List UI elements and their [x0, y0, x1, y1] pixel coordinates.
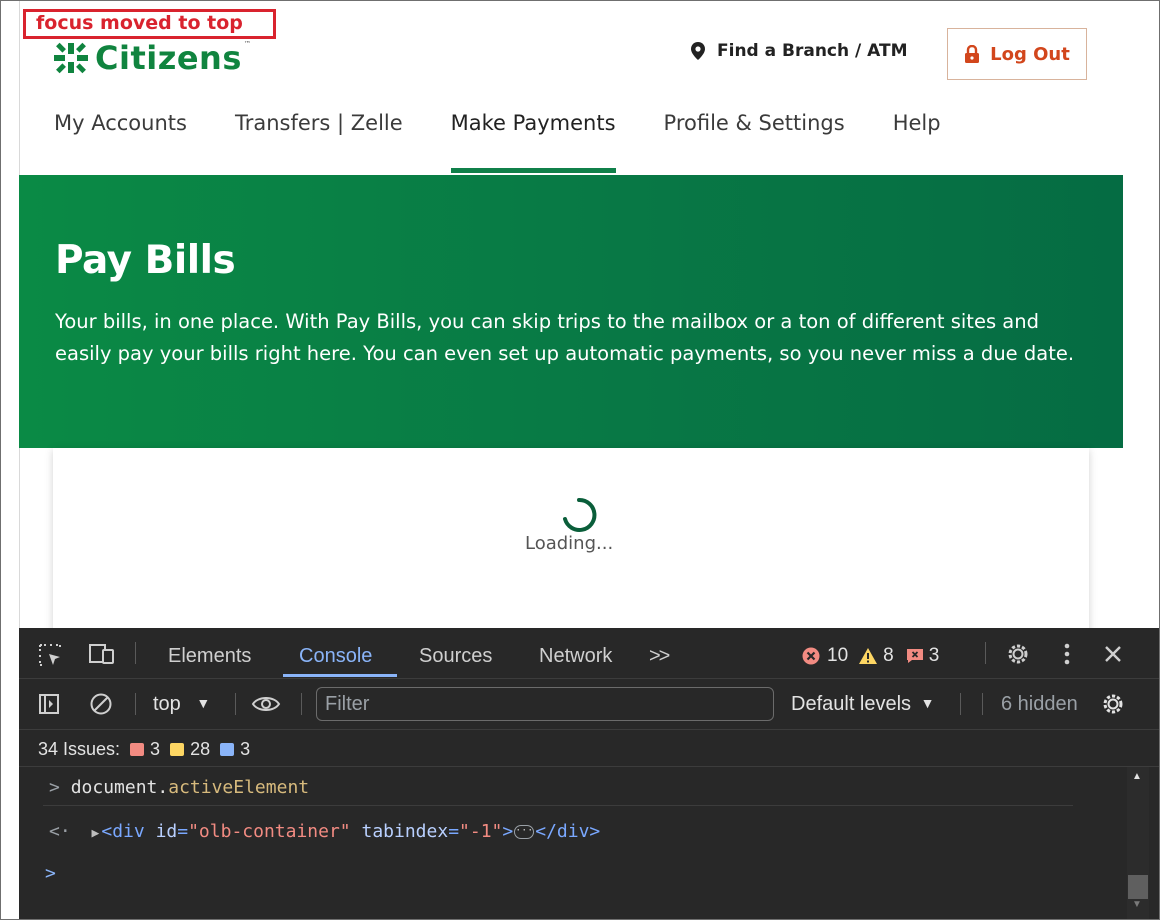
input-object: document.: [70, 777, 169, 798]
close-icon[interactable]: [1104, 645, 1122, 663]
input-property: activeElement: [168, 777, 310, 798]
scroll-down-arrow-icon[interactable]: ▼: [1132, 899, 1142, 910]
annotation-label: focus moved to top: [23, 9, 276, 39]
devtools-panel: Elements Console Sources Network >> 10 8: [19, 628, 1159, 919]
chevron-down-icon: ▼: [196, 695, 211, 711]
toolbar-divider: [301, 693, 302, 715]
loading-spinner-icon: [563, 497, 597, 532]
issue-icon: [906, 649, 923, 663]
tab-elements[interactable]: Elements: [168, 645, 251, 668]
more-options-icon[interactable]: [1063, 642, 1071, 666]
issue-error-count: 3: [150, 739, 161, 759]
logo-trademark: ™: [243, 40, 251, 48]
toolbar-divider: [982, 693, 983, 715]
main-nav: My Accounts Transfers | Zelle Make Payme…: [54, 111, 989, 177]
context-selector[interactable]: top ▼: [153, 693, 210, 716]
output-attr-id: id: [155, 821, 178, 842]
log-levels-label: Default levels: [791, 693, 912, 715]
citizens-logo[interactable]: Citizens ™: [53, 39, 251, 77]
output-val-id: "olb-container": [188, 821, 351, 842]
loading-text: Loading...: [525, 533, 614, 554]
clear-console-icon[interactable]: [89, 692, 113, 716]
issue-info-icon: [220, 743, 235, 756]
warning-count: 8: [883, 645, 894, 666]
device-toolbar-icon[interactable]: [89, 643, 115, 665]
more-tabs-button[interactable]: >>: [649, 645, 670, 668]
find-branch-link[interactable]: Find a Branch / ATM: [691, 41, 908, 61]
log-out-button[interactable]: Log Out: [947, 28, 1087, 80]
nav-item-profile-settings[interactable]: Profile & Settings: [664, 111, 845, 173]
log-out-label: Log Out: [990, 43, 1070, 65]
toolbar-divider: [235, 693, 236, 715]
scrollbar-thumb[interactable]: [1128, 875, 1148, 899]
output-tag-open: <div: [101, 821, 145, 842]
console-settings-gear-icon[interactable]: [1101, 692, 1125, 716]
nav-item-my-accounts[interactable]: My Accounts: [54, 111, 187, 173]
left-edge-strip: [1, 1, 20, 919]
output-attr-tabindex: tabindex: [361, 821, 449, 842]
settings-gear-icon[interactable]: [1006, 642, 1030, 666]
output-val-tabindex: "-1": [459, 821, 503, 842]
issues-bar[interactable]: 34 Issues: 3 28 3: [19, 730, 1159, 767]
collapsed-content-icon[interactable]: ···: [514, 825, 535, 839]
issue-info-count: 3: [240, 739, 251, 759]
output-prefix: <·: [49, 821, 71, 842]
console-prompt[interactable]: >: [45, 863, 56, 884]
console-input-line[interactable]: > document.activeElement: [49, 777, 309, 798]
tab-sources[interactable]: Sources: [419, 645, 492, 668]
issue-warning-icon: [170, 743, 185, 756]
error-icon: [802, 647, 820, 665]
hero-description: Your bills, in one place. With Pay Bills…: [55, 310, 1075, 365]
scroll-up-arrow-icon[interactable]: ▲: [1132, 771, 1142, 782]
console-line-divider: [43, 805, 1073, 806]
console-toolbar: top ▼ Default levels ▼ 6 hidden: [19, 679, 1159, 730]
page-title: Pay Bills: [55, 238, 236, 283]
toolbar-divider: [985, 642, 986, 664]
log-levels-dropdown[interactable]: Default levels ▼: [791, 693, 934, 716]
toolbar-divider: [960, 693, 961, 715]
tab-network[interactable]: Network: [539, 645, 612, 668]
issue-count: 3: [928, 645, 940, 666]
lock-icon: [965, 44, 980, 63]
output-tag-close: </div>: [535, 821, 601, 842]
hidden-messages-count: 6 hidden: [1001, 693, 1078, 715]
pay-bills-hero: Pay Bills Your bills, in one place. With…: [19, 175, 1123, 448]
map-pin-icon: [691, 42, 705, 60]
devtools-tab-bar: Elements Console Sources Network >> 10 8: [19, 628, 1159, 679]
eye-icon[interactable]: [251, 694, 281, 714]
warning-icon: [859, 648, 878, 664]
nav-item-transfers-zelle[interactable]: Transfers | Zelle: [235, 111, 403, 173]
citizens-logo-icon: [54, 42, 88, 74]
nav-item-make-payments[interactable]: Make Payments: [450, 111, 616, 173]
context-value: top: [153, 693, 181, 715]
console-filter-input[interactable]: [316, 687, 774, 721]
sidebar-toggle-icon[interactable]: [39, 694, 59, 714]
console-result-line[interactable]: <· ▶ <div id="olb-container" tabindex="-1…: [49, 821, 600, 842]
nav-item-help[interactable]: Help: [893, 111, 941, 173]
error-count: 10: [827, 645, 849, 666]
issue-warning-count: 28: [190, 739, 211, 759]
browser-viewport: focus moved to top Citizens ™ Find a Bra…: [0, 0, 1160, 920]
toolbar-divider: [135, 642, 136, 664]
expand-triangle-icon[interactable]: ▶: [92, 826, 100, 841]
toolbar-divider: [135, 693, 136, 715]
chevron-down-icon: ▼: [920, 695, 935, 711]
console-output: > document.activeElement <· ▶ <div id="ol…: [19, 767, 1123, 919]
logo-wordmark: Citizens: [95, 39, 242, 77]
tab-console[interactable]: Console: [299, 645, 372, 668]
find-branch-label: Find a Branch / ATM: [717, 41, 908, 61]
issues-label: 34 Issues:: [38, 739, 121, 759]
inspect-element-icon[interactable]: [38, 643, 62, 667]
issue-error-icon: [130, 743, 145, 756]
input-prompt: >: [49, 777, 60, 798]
error-counter[interactable]: 10 8 3: [802, 645, 939, 667]
active-tab-indicator: [283, 674, 397, 677]
